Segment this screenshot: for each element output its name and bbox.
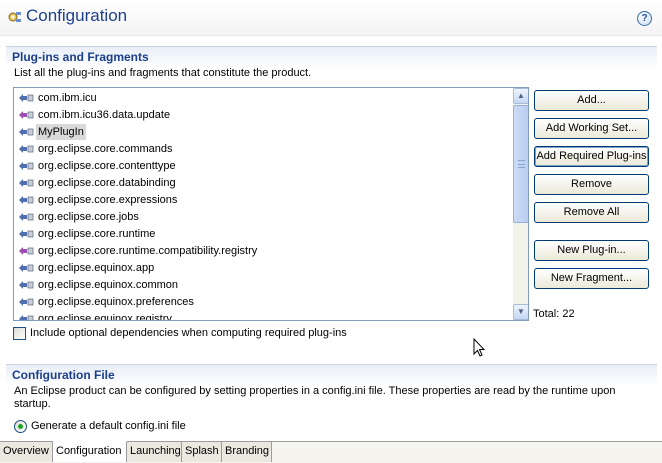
plugin-label: org.eclipse.equinox.common <box>38 279 179 291</box>
vertical-scrollbar[interactable]: ▲ ▼ <box>513 88 528 320</box>
fragment-icon <box>19 247 34 255</box>
scroll-up-icon[interactable]: ▲ <box>513 88 528 104</box>
generate-config-label: Generate a default config.ini file <box>31 420 186 432</box>
remove-all-button[interactable]: Remove All <box>534 202 649 223</box>
plugin-icon <box>19 213 34 221</box>
scroll-thumb[interactable] <box>513 105 528 223</box>
section-title: Plug-ins and Fragments <box>12 50 149 64</box>
configuration-gear-icon <box>8 12 21 22</box>
plugin-label: org.eclipse.equinox.app <box>38 262 155 274</box>
fragment-icon <box>19 111 34 119</box>
generate-config-radio[interactable] <box>14 420 27 433</box>
section-title: Configuration File <box>12 368 115 382</box>
plugin-label: com.ibm.icu <box>38 92 97 104</box>
include-optional-checkbox[interactable] <box>13 327 26 340</box>
plugin-icon <box>19 162 34 170</box>
plugin-label: org.eclipse.core.databinding <box>38 177 176 189</box>
plugin-icon <box>19 298 34 306</box>
new-fragment-button[interactable]: New Fragment... <box>534 268 649 289</box>
mouse-cursor-icon <box>473 338 485 357</box>
plugin-label: org.eclipse.equinox.preferences <box>38 296 194 308</box>
help-icon[interactable]: ? <box>637 11 652 26</box>
editor-tabbar: Overview Configuration Launching Splash … <box>0 441 662 463</box>
tab-branding[interactable]: Branding <box>222 442 272 462</box>
new-plugin-button[interactable]: New Plug-in... <box>534 240 649 261</box>
section-description: List all the plug-ins and fragments that… <box>14 67 312 79</box>
plugin-icon <box>19 128 34 136</box>
include-optional-label: Include optional dependencies when compu… <box>30 327 347 339</box>
plugin-list[interactable]: com.ibm.icu com.ibm.icu36.data.update MyPl… <box>13 87 529 321</box>
plugin-icon <box>19 196 34 204</box>
section-description: An Eclipse product can be configured by … <box>14 385 616 410</box>
plugin-label: org.eclipse.core.runtime <box>38 228 156 240</box>
add-working-set-button[interactable]: Add Working Set... <box>534 118 649 139</box>
tab-launching[interactable]: Launching <box>127 442 182 462</box>
plugin-icon <box>19 281 34 289</box>
tab-configuration[interactable]: Configuration <box>53 441 127 462</box>
total-count: Total: 22 <box>533 308 575 320</box>
plugin-icon <box>19 315 34 320</box>
plugin-icon <box>19 179 34 187</box>
remove-button[interactable]: Remove <box>534 174 649 195</box>
plugin-label: org.eclipse.core.contenttype <box>38 160 176 172</box>
tab-overview[interactable]: Overview <box>0 442 53 462</box>
plugin-icon <box>19 264 34 272</box>
plugin-list-rows: com.ibm.icu com.ibm.icu36.data.update MyPl… <box>14 88 513 320</box>
plugin-label: org.eclipse.core.runtime.compatibility.r… <box>38 245 258 257</box>
plugin-label: org.eclipse.core.jobs <box>38 211 139 223</box>
plugin-icon <box>19 145 34 153</box>
editor-header: Configuration ? <box>0 0 662 36</box>
plugin-label: org.eclipse.core.expressions <box>38 194 178 206</box>
add-required-plugins-button[interactable]: Add Required Plug-ins <box>534 146 649 167</box>
plugin-label: com.ibm.icu36.data.update <box>38 109 171 121</box>
add-button[interactable]: Add... <box>534 90 649 111</box>
plugin-icon <box>19 230 34 238</box>
plugin-icon <box>19 94 34 102</box>
plugin-label: org.eclipse.equinox.registry <box>38 313 172 320</box>
plugin-label: org.eclipse.core.commands <box>38 143 173 155</box>
tab-splash[interactable]: Splash <box>182 442 222 462</box>
plugin-label: MyPlugIn <box>36 124 86 140</box>
page-title: Configuration <box>26 6 128 25</box>
scroll-down-icon[interactable]: ▼ <box>513 304 528 320</box>
